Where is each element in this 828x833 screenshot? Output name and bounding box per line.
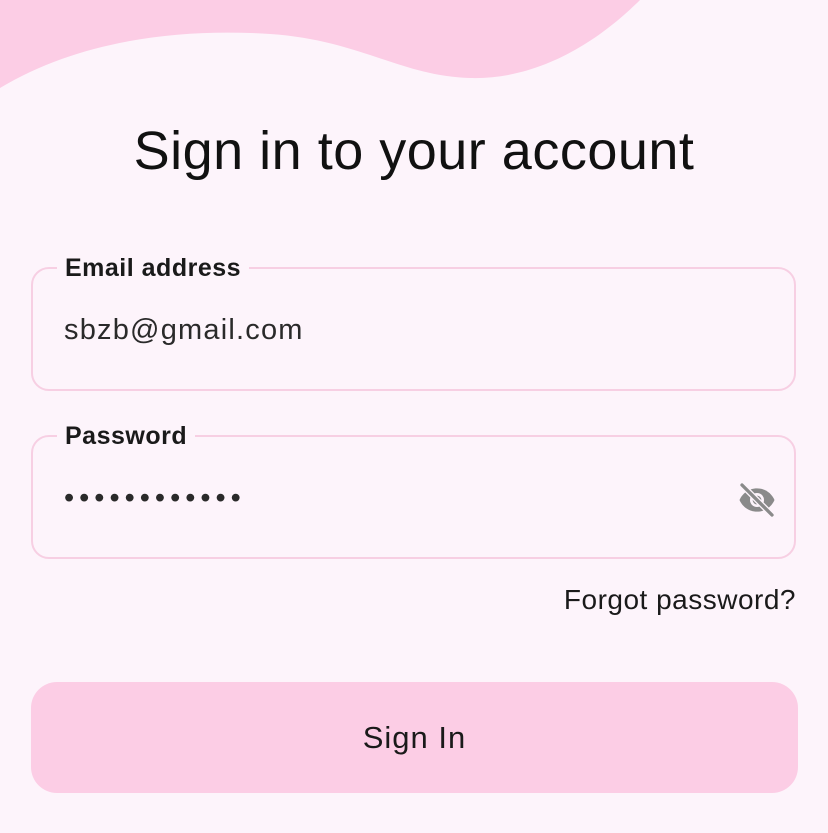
decorative-wave	[0, 0, 640, 88]
password-visibility-toggle[interactable]	[734, 477, 780, 523]
email-label: Email address	[57, 251, 250, 285]
email-field[interactable]: Email address sbzb@gmail.com	[31, 251, 796, 391]
password-input[interactable]: ••••••••••••	[64, 481, 246, 515]
sign-in-button[interactable]: Sign In	[31, 682, 798, 793]
password-label: Password	[57, 419, 196, 453]
page-title: Sign in to your account	[133, 121, 695, 181]
email-input[interactable]: sbzb@gmail.com	[64, 313, 304, 347]
password-field[interactable]: Password ••••••••••••	[31, 419, 796, 559]
forgot-password-link[interactable]: Forgot password?	[564, 584, 796, 616]
eye-off-icon	[739, 482, 775, 518]
